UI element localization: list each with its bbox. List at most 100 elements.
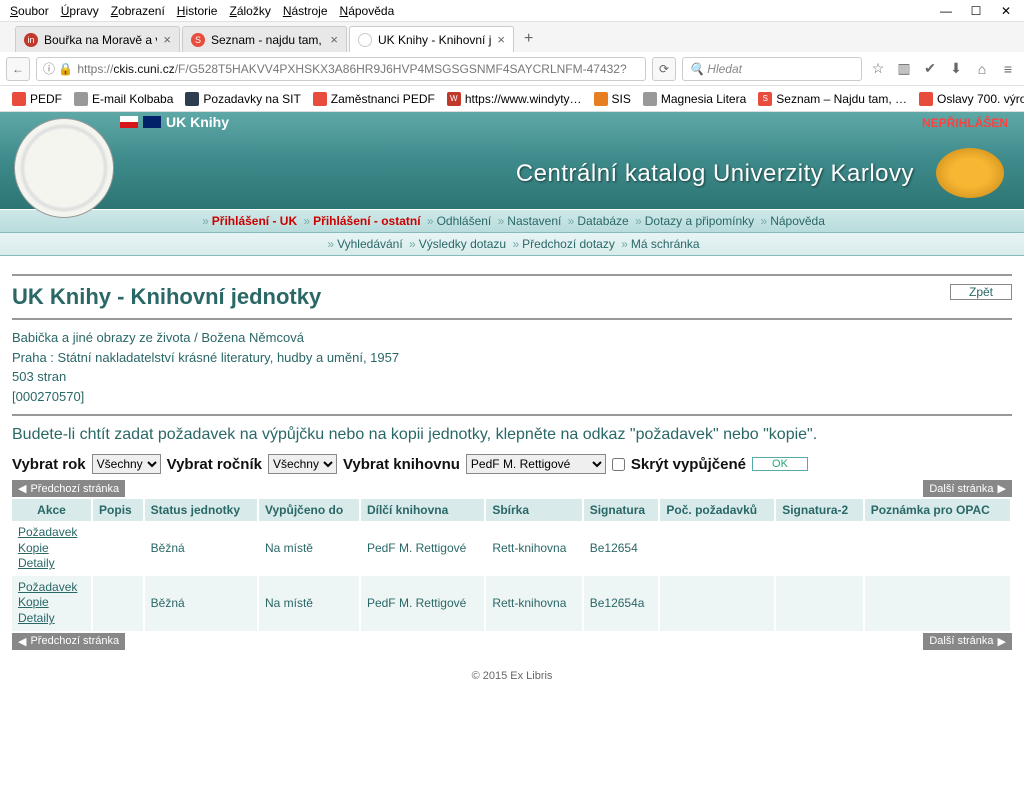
bookmark-litera[interactable]: Magnesia Litera — [639, 90, 750, 108]
nav-login-uk[interactable]: Přihlášení - UK — [212, 214, 297, 228]
url-bar: ← ⓘ 🔒 https://ckis.cuni.cz/F/G528T5HAKVV… — [0, 52, 1024, 86]
nav-results[interactable]: Výsledky dotazu — [419, 237, 506, 251]
bookmark-pedf[interactable]: PEDF — [8, 90, 66, 108]
back-link-button[interactable]: Zpět — [950, 284, 1012, 300]
url-input[interactable]: ⓘ 🔒 https://ckis.cuni.cz/F/G528T5HAKVV4P… — [36, 57, 646, 81]
menu-help[interactable]: Nápověda — [334, 2, 401, 20]
nav-help[interactable]: Nápověda — [770, 214, 825, 228]
reload-button[interactable]: ⟳ — [652, 57, 676, 81]
cell-sublib: PedF M. Rettigové — [360, 521, 485, 576]
action-request[interactable]: Požadavek — [18, 525, 85, 541]
col-opac-note: Poznámka pro OPAC — [864, 499, 1011, 521]
bookmark-sit[interactable]: Pozadavky na SIT — [181, 90, 304, 108]
hide-loaned-checkbox[interactable] — [612, 458, 625, 471]
tab-close-icon[interactable]: × — [330, 32, 338, 47]
bookmark-windyty[interactable]: Whttps://www.windyty… — [443, 90, 586, 108]
chevron-right-icon: ▶ — [998, 482, 1006, 495]
action-request[interactable]: Požadavek — [18, 580, 85, 596]
menu-file[interactable]: Soubor — [4, 2, 55, 20]
bookmark-staff[interactable]: Zaměstnanci PEDF — [309, 90, 439, 108]
record-imprint: Praha : Státní nakladatelství krásné lit… — [12, 348, 1012, 368]
aleph-logo-icon — [936, 148, 1004, 198]
home-icon[interactable]: ⌂ — [972, 61, 992, 77]
catalog-title: Centrální katalog Univerzity Karlovy — [516, 160, 914, 188]
menu-history[interactable]: Historie — [171, 2, 224, 20]
record-pages: 503 stran — [12, 367, 1012, 387]
nav-db[interactable]: Databáze — [577, 214, 628, 228]
cell-sublib: PedF M. Rettigové — [360, 576, 485, 631]
bookmark-star-icon[interactable]: ☆ — [868, 60, 888, 77]
next-page-button[interactable]: Další stránka▶ — [923, 633, 1012, 650]
volume-select[interactable]: Všechny — [268, 454, 337, 474]
bookmark-icon — [594, 92, 608, 106]
next-page-button[interactable]: Další stránka▶ — [923, 480, 1012, 497]
flag-uk-icon[interactable] — [143, 116, 161, 128]
prev-page-button[interactable]: ◀Předchozí stránka — [12, 480, 125, 497]
nav-search[interactable]: Vyhledávání — [337, 237, 403, 251]
hamburger-menu-icon[interactable]: ≡ — [998, 61, 1018, 77]
nav-logout[interactable]: Odhlášení — [437, 214, 492, 228]
tab-close-icon[interactable]: × — [163, 32, 171, 47]
menu-tools[interactable]: Nástroje — [277, 2, 334, 20]
tab-3[interactable]: UK Knihy - Knihovní jednotk × — [349, 26, 514, 52]
new-tab-button[interactable]: + — [516, 26, 541, 52]
search-input[interactable]: 🔍 Hledat — [682, 57, 862, 81]
bookmark-icon — [919, 92, 933, 106]
tab-bar: in Bouřka na Moravě a ve Slezs × S Sezna… — [0, 22, 1024, 52]
university-seal-icon — [14, 118, 114, 218]
cell-collection: Rett-knihovna — [485, 576, 582, 631]
bookmark-label: Magnesia Litera — [661, 92, 746, 106]
nav-login-other[interactable]: Přihlášení - ostatní — [313, 214, 420, 228]
lock-icon: 🔒 — [58, 62, 73, 76]
bookmark-oslavy[interactable]: Oslavy 700. výročí nar… — [915, 90, 1024, 108]
footer-copyright: © 2015 Ex Libris — [12, 670, 1012, 682]
bookmark-label: https://www.windyty… — [465, 92, 582, 106]
shield-icon[interactable]: ✔ — [920, 60, 940, 77]
action-copy[interactable]: Kopie — [18, 541, 85, 557]
menu-bookmarks[interactable]: Záložky — [223, 2, 276, 20]
nav-shelf[interactable]: Má schránka — [631, 237, 700, 251]
primary-nav: »Přihlášení - UK »Přihlášení - ostatní »… — [0, 209, 1024, 233]
action-copy[interactable]: Kopie — [18, 595, 85, 611]
window-close-icon[interactable]: ✕ — [1000, 5, 1012, 17]
menu-edit[interactable]: Úpravy — [55, 2, 105, 20]
table-row: Požadavek Kopie Detaily Běžná Na místě P… — [12, 521, 1011, 576]
prev-page-button[interactable]: ◀Předchozí stránka — [12, 633, 125, 650]
nav-prev-queries[interactable]: Předchozí dotazy — [522, 237, 615, 251]
secondary-nav: »Vyhledávání »Výsledky dotazu »Předchozí… — [0, 233, 1024, 256]
bookmark-sis[interactable]: SIS — [590, 90, 635, 108]
favicon-icon: in — [24, 33, 38, 47]
cell-status: Běžná — [144, 521, 258, 576]
window-maximize-icon[interactable]: ☐ — [970, 5, 982, 17]
action-details[interactable]: Detaily — [18, 611, 85, 627]
cell-callno: Be12654a — [583, 576, 660, 631]
nav-settings[interactable]: Nastavení — [507, 214, 561, 228]
site-brand: UK Knihy — [166, 114, 229, 130]
year-label: Vybrat rok — [12, 456, 86, 473]
menu-view[interactable]: Zobrazení — [105, 2, 171, 20]
bookmark-label: Zaměstnanci PEDF — [331, 92, 435, 106]
tab-1[interactable]: in Bouřka na Moravě a ve Slezs × — [15, 26, 180, 52]
window-menu-bar: Soubor Úpravy Zobrazení Historie Záložky… — [0, 0, 1024, 22]
ok-button[interactable]: OK — [752, 457, 808, 471]
tab-close-icon[interactable]: × — [497, 32, 505, 47]
info-icon[interactable]: ⓘ — [43, 60, 55, 77]
library-select[interactable]: PedF M. Rettigové — [466, 454, 606, 474]
pocket-icon[interactable]: ▥ — [894, 60, 914, 77]
window-minimize-icon[interactable]: — — [940, 5, 952, 17]
action-details[interactable]: Detaily — [18, 556, 85, 572]
tab-2[interactable]: S Seznam - najdu tam, co nezn × — [182, 26, 347, 52]
col-due: Vypůjčeno do — [258, 499, 360, 521]
cell-status: Běžná — [144, 576, 258, 631]
bookmark-email[interactable]: E-mail Kolbaba — [70, 90, 177, 108]
bookmark-seznam[interactable]: SSeznam – Najdu tam, … — [754, 90, 911, 108]
downloads-icon[interactable]: ⬇ — [946, 60, 966, 77]
cell-collection: Rett-knihovna — [485, 521, 582, 576]
year-select[interactable]: Všechny — [92, 454, 161, 474]
bookmark-icon — [185, 92, 199, 106]
back-button[interactable]: ← — [6, 57, 30, 81]
table-row: Požadavek Kopie Detaily Běžná Na místě P… — [12, 576, 1011, 631]
nav-qa[interactable]: Dotazy a připomínky — [645, 214, 754, 228]
flag-cz-icon[interactable] — [120, 116, 138, 128]
bookmark-bar: PEDF E-mail Kolbaba Pozadavky na SIT Zam… — [0, 86, 1024, 112]
